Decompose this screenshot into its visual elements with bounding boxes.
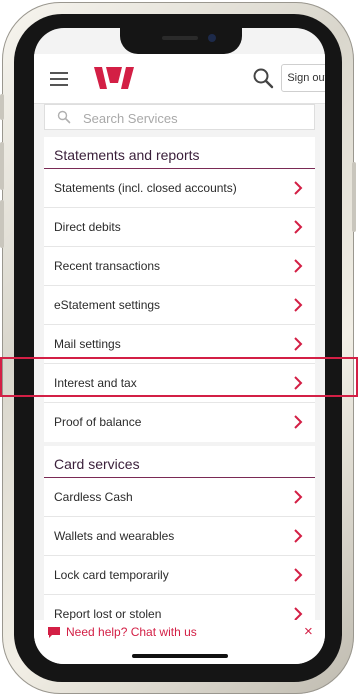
menu-item-wallets-and-wearables[interactable]: Wallets and wearables [44,517,315,556]
phone-mute-switch [0,94,4,120]
menu-item-label: Wallets and wearables [54,529,175,543]
menu-item-label: Mail settings [54,337,121,351]
menu-item-label: Proof of balance [54,415,142,429]
menu-item-cardless-cash[interactable]: Cardless Cash [44,478,315,517]
chevron-right-icon [294,181,303,195]
chat-bar: Need help? Chat with us × [34,620,325,646]
chat-icon [48,627,60,638]
menu-item-label: Recent transactions [54,259,161,273]
home-indicator-area [34,646,325,664]
section-title: Statements and reports [44,137,315,169]
speaker [162,36,198,40]
statements-section: Statements and reports Statements (incl.… [44,137,315,442]
chevron-right-icon [294,337,303,351]
menu-item-direct-debits[interactable]: Direct debits [44,208,315,247]
menu-item-label: Interest and tax [54,376,137,390]
menu-item-label: Statements (incl. closed accounts) [54,181,237,195]
chevron-right-icon [294,298,303,312]
search-services-input[interactable] [83,109,313,127]
sign-out-button[interactable]: Sign out [281,64,325,92]
menu-item-interest-and-tax[interactable]: Interest and tax [44,364,315,403]
chevron-right-icon [294,529,303,543]
phone-screen: Sign out Statements and reports Statemen… [34,28,325,664]
chevron-right-icon [294,568,303,582]
front-camera [208,34,216,42]
phone-volume-down [0,200,4,248]
menu-item-label: Lock card temporarily [54,568,169,582]
chat-link[interactable]: Need help? Chat with us [66,625,197,639]
close-icon[interactable]: × [304,623,313,641]
card-services-section: Card services Cardless Cash Wallets and … [44,446,315,634]
chevron-right-icon [294,259,303,273]
app-header: Sign out [34,54,325,104]
menu-item-label: Direct debits [54,220,121,234]
menu-item-lock-card[interactable]: Lock card temporarily [44,556,315,595]
hamburger-icon[interactable] [50,72,68,86]
menu-item-mail-settings[interactable]: Mail settings [44,325,315,364]
menu-item-label: Report lost or stolen [54,607,162,621]
phone-power-button [352,162,356,232]
section-title: Card services [44,446,315,478]
menu-item-estatement-settings[interactable]: eStatement settings [44,286,315,325]
menu-item-recent-transactions[interactable]: Recent transactions [44,247,315,286]
notch [120,28,242,54]
phone-volume-up [0,142,4,190]
search-services-box[interactable] [44,104,315,130]
search-icon [57,110,71,124]
chevron-right-icon [294,415,303,429]
menu-item-statements[interactable]: Statements (incl. closed accounts) [44,169,315,208]
chevron-right-icon [294,220,303,234]
westpac-logo-icon[interactable] [94,67,134,89]
home-indicator[interactable] [132,654,228,658]
chevron-right-icon [294,607,303,621]
menu-item-proof-of-balance[interactable]: Proof of balance [44,403,315,442]
menu-item-label: Cardless Cash [54,490,133,504]
chevron-right-icon [294,490,303,504]
chevron-right-icon [294,376,303,390]
menu-item-label: eStatement settings [54,298,161,312]
search-icon[interactable] [251,66,275,90]
